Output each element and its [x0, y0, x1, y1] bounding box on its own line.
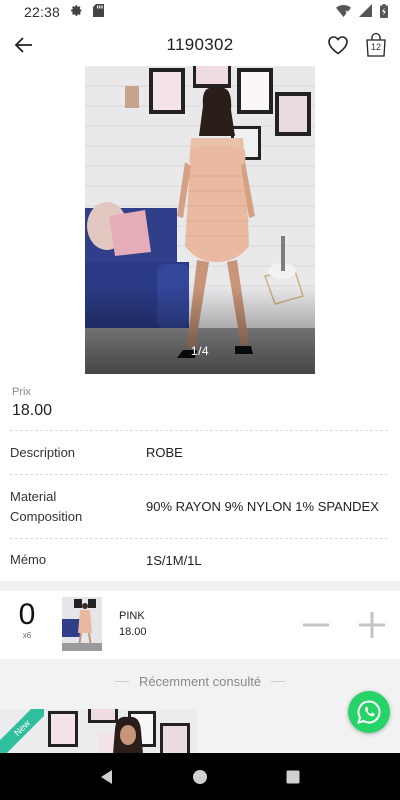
- product-image-gallery[interactable]: 1/4: [0, 66, 400, 374]
- product-photo-illustration: [85, 66, 315, 374]
- quantity-display: 0 x6: [10, 598, 44, 641]
- detail-value: 1S/1M/1L: [146, 552, 202, 568]
- detail-value: 90% RAYON 9% NYLON 1% SPANDEX: [146, 499, 379, 514]
- quantity-value: 0: [18, 598, 36, 631]
- nav-home-button[interactable]: [190, 767, 210, 787]
- detail-label: Description: [10, 444, 76, 460]
- battery-icon: [380, 3, 388, 21]
- quantity-multiplier: x6: [22, 631, 32, 640]
- app-header: 1190302 12: [0, 24, 400, 66]
- sd-card-icon: [93, 4, 105, 20]
- back-arrow-icon: [14, 37, 32, 53]
- minus-icon: [303, 623, 329, 627]
- recently-viewed-header: Récemment consulté: [0, 659, 400, 703]
- detail-row-memo: Mémo 1S/1M/1L: [10, 539, 388, 581]
- variant-thumbnail-image: [62, 597, 102, 651]
- nav-recents-button[interactable]: [283, 767, 303, 787]
- recently-viewed-title: Récemment consulté: [138, 673, 262, 689]
- divider: [271, 680, 286, 682]
- detail-label: Material Composition: [10, 488, 83, 524]
- status-left: 22:38: [24, 4, 105, 20]
- price-block: Prix 18.00: [10, 374, 388, 431]
- detail-value: ROBE: [146, 445, 183, 460]
- new-badge: New: [0, 709, 44, 753]
- price-value: 18.00: [12, 402, 53, 419]
- detail-label: Mémo: [10, 552, 47, 567]
- new-badge-ribbon: New: [0, 709, 44, 753]
- square-recents-icon: [286, 770, 300, 783]
- decrease-quantity-button[interactable]: [302, 613, 330, 637]
- cell-signal-icon: [359, 4, 372, 20]
- variant-color: PINK: [119, 610, 145, 622]
- circle-home-icon: [192, 769, 207, 784]
- whatsapp-button[interactable]: [348, 691, 390, 733]
- variant-price: 18.00: [119, 626, 147, 638]
- back-button[interactable]: [12, 33, 36, 57]
- image-counter: 1/4: [190, 344, 210, 358]
- divider: [114, 680, 129, 682]
- heart-icon: [328, 36, 348, 55]
- plus-icon: [359, 612, 385, 638]
- variant-thumbnail: [62, 597, 102, 651]
- price-label: Prix: [12, 386, 31, 398]
- variant-row: 0 x6 PINK 18.00: [0, 591, 400, 659]
- android-nav-bar: [0, 753, 400, 800]
- increase-quantity-button[interactable]: [358, 611, 386, 639]
- favorite-button[interactable]: [326, 33, 350, 57]
- cart-count-badge: 12: [370, 42, 381, 52]
- status-bar: 22:38: [0, 0, 400, 24]
- detail-row-material-composition: Material Composition 90% RAYON 9% NYLON …: [10, 475, 388, 539]
- product-photo[interactable]: 1/4: [85, 66, 315, 374]
- nav-back-button[interactable]: [97, 767, 117, 787]
- product-detail-screen: 22:38 1190302 12 1/4 Prix 18.00 Descript…: [0, 0, 400, 800]
- whatsapp-icon: [357, 700, 381, 724]
- cart-button[interactable]: 12: [364, 32, 388, 58]
- wifi-off-icon: [336, 4, 351, 20]
- triangle-back-icon: [100, 769, 112, 784]
- status-time: 22:38: [24, 4, 61, 20]
- settings-icon: [70, 4, 83, 20]
- product-details-card: Prix 18.00 Description ROBE Material Com…: [0, 374, 400, 581]
- status-right: [336, 3, 388, 21]
- detail-row-description: Description ROBE: [10, 431, 388, 475]
